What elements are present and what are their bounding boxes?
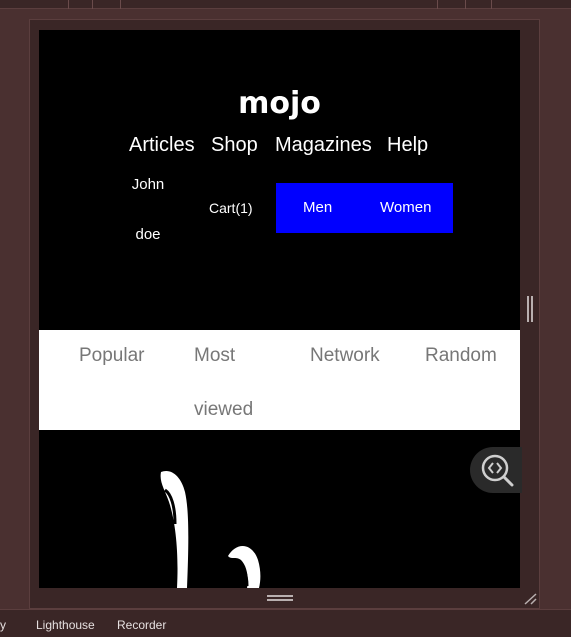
watch-photo xyxy=(160,470,261,588)
nav-shop[interactable]: Shop xyxy=(211,130,258,160)
tab-random[interactable]: Random xyxy=(425,344,497,368)
toolbar-divider xyxy=(491,0,492,9)
tab-most-viewed-second-line[interactable]: viewed xyxy=(194,398,253,422)
devtools-drawer-tabs: y Lighthouse Recorder xyxy=(0,609,571,637)
nav-help[interactable]: Help xyxy=(387,130,428,160)
filter-tabs: Popular Most viewed Network Random xyxy=(39,330,520,430)
devtools-tab-truncated[interactable]: y xyxy=(0,618,6,632)
nav-articles[interactable]: Articles xyxy=(129,130,195,160)
gender-switch: Men Women xyxy=(276,183,453,233)
nav-magazines[interactable]: Magazines xyxy=(275,130,372,160)
user-last-name: doe xyxy=(135,226,161,243)
page-viewport: mojo Articles Shop Magazines Help John d… xyxy=(39,30,520,588)
toolbar-divider xyxy=(68,0,69,9)
zoom-lens-button[interactable] xyxy=(470,447,522,493)
resize-handle-horizontal[interactable] xyxy=(267,595,293,601)
tab-popular[interactable]: Popular xyxy=(79,344,145,368)
toolbar-divider xyxy=(120,0,121,9)
devtools-tab-lighthouse[interactable]: Lighthouse xyxy=(36,618,95,632)
site-logo[interactable]: mojo xyxy=(39,86,520,122)
user-first-name: John xyxy=(131,176,165,193)
main-nav: Articles Shop Magazines Help xyxy=(39,130,520,160)
toolbar-divider xyxy=(92,0,93,9)
toolbar-divider xyxy=(437,0,438,9)
resize-corner-icon[interactable] xyxy=(522,592,538,606)
resize-handle-vertical[interactable] xyxy=(527,296,533,322)
cart-link[interactable]: Cart(1) xyxy=(209,200,253,216)
women-link[interactable]: Women xyxy=(380,199,431,216)
men-link[interactable]: Men xyxy=(303,199,332,216)
magnifier-code-icon xyxy=(481,454,514,487)
tab-network[interactable]: Network xyxy=(310,344,380,368)
tab-most-viewed[interactable]: Most xyxy=(194,344,235,368)
featured-image[interactable] xyxy=(39,430,520,588)
devtools-top-strip xyxy=(0,0,571,9)
toolbar-divider xyxy=(465,0,466,9)
devtools-tab-recorder[interactable]: Recorder xyxy=(117,618,166,632)
